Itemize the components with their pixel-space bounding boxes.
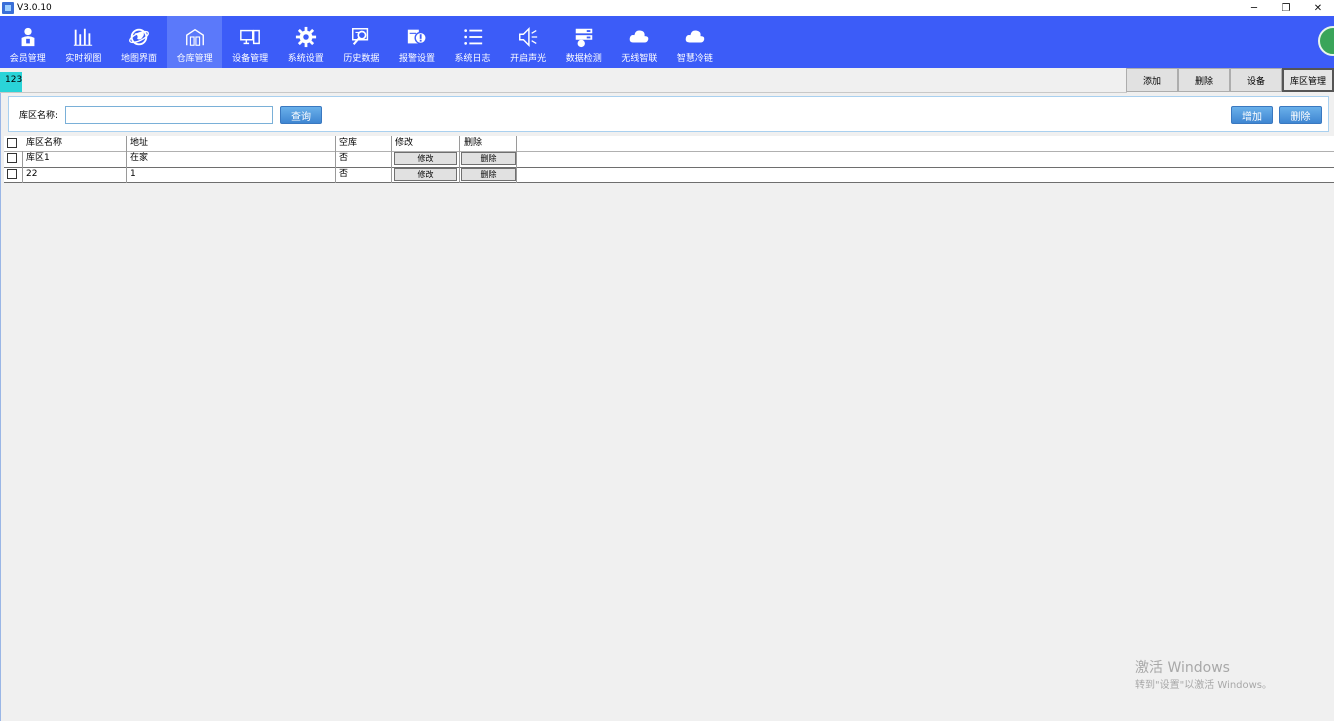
map-globe-icon — [128, 22, 150, 52]
cell-address: 在家 — [130, 153, 149, 163]
tab-item[interactable]: 123 — [0, 72, 22, 93]
gear-icon — [295, 22, 317, 52]
left-border — [0, 93, 1, 721]
toolbar-label: 数据检测 — [565, 54, 602, 64]
toolbar-item-map[interactable]: 地图界面 — [111, 16, 167, 68]
toolbar-label: 历史数据 — [343, 54, 380, 64]
tab-strip: 123 添加 删除 设备 库区管理 — [0, 68, 1334, 93]
column-header-name[interactable]: 库区名称 — [24, 136, 62, 151]
toolbar-item-realtime[interactable]: 实时视图 — [56, 16, 112, 68]
search-panel: 库区名称: 查询 增加 删除 — [8, 96, 1329, 132]
cell-name: 22 — [26, 169, 38, 179]
cell-name: 库区1 — [26, 153, 50, 163]
list-log-icon — [462, 22, 484, 52]
table-row[interactable]: 22 1 否 修改 删除 — [4, 167, 1334, 182]
zone-table: 库区名称 地址 空库 修改 删除 库区1 在家 否 修改 删除 22 1 否 修… — [4, 136, 1334, 183]
column-divider — [516, 136, 517, 183]
member-icon — [17, 22, 39, 52]
restore-button[interactable]: ❐ — [1270, 0, 1302, 16]
toolbar-label: 地图界面 — [120, 54, 157, 64]
history-search-icon — [350, 22, 372, 52]
window-title: V3.0.10 — [17, 3, 52, 13]
alarm-icon — [406, 22, 428, 52]
tab-delete[interactable]: 删除 — [1178, 68, 1230, 92]
toolbar-item-wireless[interactable]: 无线智联 — [612, 16, 668, 68]
toolbar-label: 系统日志 — [454, 54, 491, 64]
main-toolbar: 会员管理 实时视图 地图界面 仓库管理 设备管理 系统设置 历史数据 报警设置 … — [0, 16, 1334, 68]
status-circle-icon[interactable] — [1318, 26, 1334, 56]
cloud-icon — [628, 22, 650, 52]
close-button[interactable]: ✕ — [1302, 0, 1334, 16]
row-delete-button[interactable]: 删除 — [461, 168, 516, 181]
toolbar-label: 设备管理 — [232, 54, 269, 64]
activation-watermark-title: 激活 Windows — [1135, 660, 1230, 676]
speaker-icon — [517, 22, 539, 52]
toolbar-item-settings[interactable]: 系统设置 — [278, 16, 334, 68]
toolbar-label: 开启声光 — [510, 54, 547, 64]
cell-address: 1 — [130, 169, 136, 179]
activation-watermark-subtitle: 转到"设置"以激活 Windows。 — [1135, 680, 1273, 691]
toolbar-label: 实时视图 — [65, 54, 102, 64]
table-row[interactable]: 库区1 在家 否 修改 删除 — [4, 151, 1334, 166]
data-check-icon — [573, 22, 595, 52]
table-header: 库区名称 地址 空库 修改 删除 — [4, 136, 1334, 151]
row-delete-button[interactable]: 删除 — [461, 152, 516, 165]
delete-button[interactable]: 删除 — [1279, 106, 1322, 124]
toolbar-item-device[interactable]: 设备管理 — [222, 16, 278, 68]
toolbar-item-cold-chain[interactable]: 智慧冷链 — [667, 16, 723, 68]
column-divider — [126, 136, 127, 183]
toolbar-item-history[interactable]: 历史数据 — [334, 16, 390, 68]
title-bar: V3.0.10 ─ ❐ ✕ — [0, 0, 1334, 16]
minimize-button[interactable]: ─ — [1238, 0, 1270, 16]
column-divider — [459, 136, 460, 183]
tab-device[interactable]: 设备 — [1230, 68, 1282, 92]
toolbar-label: 系统设置 — [287, 54, 324, 64]
row-checkbox[interactable] — [7, 169, 17, 179]
cloud-icon — [684, 22, 706, 52]
toolbar-item-log[interactable]: 系统日志 — [445, 16, 501, 68]
zone-name-input[interactable] — [65, 106, 273, 124]
toolbar-item-sound[interactable]: 开启声光 — [500, 16, 556, 68]
column-divider — [335, 136, 336, 183]
app-logo-icon — [2, 2, 14, 14]
zone-name-label: 库区名称: — [19, 111, 59, 121]
toolbar-item-member[interactable]: 会员管理 — [0, 16, 56, 68]
tab-divider — [0, 92, 1127, 93]
select-all-checkbox[interactable] — [7, 138, 17, 148]
right-tab-group: 添加 删除 设备 库区管理 — [1126, 68, 1334, 92]
row-divider — [4, 182, 1334, 183]
column-header-empty[interactable]: 空库 — [337, 136, 357, 151]
window-controls: ─ ❐ ✕ — [1238, 0, 1334, 16]
toolbar-label: 仓库管理 — [176, 54, 213, 64]
column-header-delete[interactable]: 删除 — [462, 136, 482, 151]
realtime-chart-icon — [72, 22, 94, 52]
row-edit-button[interactable]: 修改 — [394, 168, 457, 181]
toolbar-item-alarm[interactable]: 报警设置 — [389, 16, 445, 68]
row-checkbox[interactable] — [7, 153, 17, 163]
row-edit-button[interactable]: 修改 — [394, 152, 457, 165]
add-button[interactable]: 增加 — [1231, 106, 1273, 124]
query-button[interactable]: 查询 — [280, 106, 322, 124]
tab-add[interactable]: 添加 — [1126, 68, 1178, 92]
toolbar-label: 报警设置 — [398, 54, 435, 64]
column-header-address[interactable]: 地址 — [128, 136, 148, 151]
warehouse-icon — [184, 22, 206, 52]
cell-empty: 否 — [339, 153, 349, 163]
tab-zone-management[interactable]: 库区管理 — [1282, 68, 1334, 92]
toolbar-label: 会员管理 — [9, 54, 46, 64]
toolbar-label: 无线智联 — [621, 54, 658, 64]
column-header-edit[interactable]: 修改 — [393, 136, 413, 151]
toolbar-item-warehouse[interactable]: 仓库管理 — [166, 16, 223, 68]
toolbar-item-data-check[interactable]: 数据检测 — [556, 16, 612, 68]
device-icon — [239, 22, 261, 52]
toolbar-label: 智慧冷链 — [676, 54, 713, 64]
column-divider — [22, 151, 23, 183]
cell-empty: 否 — [339, 169, 349, 179]
column-divider — [391, 136, 392, 183]
